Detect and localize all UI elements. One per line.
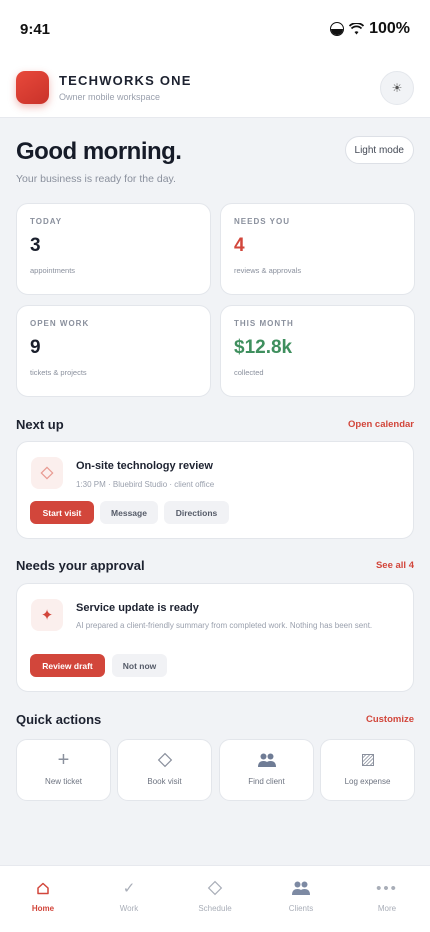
- theme-toggle-button[interactable]: ☀: [380, 70, 414, 105]
- stat-card-this-month[interactable]: THIS MONTH $12.8k collected: [220, 305, 415, 397]
- wifi-icon: [349, 23, 365, 35]
- directions-button[interactable]: Directions: [164, 501, 229, 524]
- diamond-icon: [172, 878, 258, 898]
- people-icon: [220, 751, 313, 769]
- more-icon: •••: [376, 879, 398, 897]
- check-icon: ✓: [122, 880, 136, 897]
- sun-icon: ☀: [391, 80, 403, 95]
- stat-note: appointments: [30, 266, 76, 275]
- customize-link[interactable]: Customize: [366, 714, 414, 725]
- tab-label: More: [377, 904, 397, 913]
- receipt-icon: [321, 751, 414, 769]
- stat-card-needs-you[interactable]: NEEDS YOU 4 reviews & approvals: [220, 203, 415, 295]
- tab-schedule[interactable]: Schedule: [172, 866, 258, 932]
- status-bar: 9:41 100%: [0, 0, 430, 58]
- approval-title: Service update is ready: [76, 602, 199, 614]
- approval-description: AI prepared a client-friendly summary fr…: [76, 621, 373, 630]
- greeting-title: Good morning.: [16, 138, 182, 165]
- stat-label: NEEDS YOU: [234, 217, 290, 226]
- status-time: 9:41: [20, 20, 51, 38]
- app-logo: [16, 71, 49, 104]
- stat-note: tickets & projects: [30, 368, 87, 377]
- not-now-button[interactable]: Not now: [112, 654, 167, 677]
- quick-action-find-client[interactable]: Find client: [219, 739, 314, 801]
- review-draft-button[interactable]: Review draft: [30, 654, 105, 677]
- sparkle-icon: ✦: [31, 599, 63, 631]
- tab-home[interactable]: Home: [0, 866, 86, 932]
- stat-note: collected: [234, 368, 264, 377]
- tab-more[interactable]: ••• More: [344, 866, 430, 932]
- open-calendar-link[interactable]: Open calendar: [348, 419, 414, 430]
- approval-card[interactable]: ✦ Service update is ready AI prepared a …: [16, 583, 414, 692]
- appointment-meta: 1:30 PM · Bluebird Studio · client offic…: [76, 480, 215, 489]
- diamond-icon: [118, 751, 211, 769]
- quick-action-label: New ticket: [45, 777, 82, 786]
- start-visit-button[interactable]: Start visit: [30, 501, 94, 524]
- quick-action-new-ticket[interactable]: + New ticket: [16, 739, 111, 801]
- stat-value: $12.8k: [234, 337, 293, 358]
- light-mode-button[interactable]: Light mode: [344, 136, 414, 164]
- battery-percent: 100%: [369, 20, 410, 37]
- stat-card-open-work[interactable]: OPEN WORK 9 tickets & projects: [16, 305, 211, 397]
- approval-heading: Needs your approval: [16, 558, 145, 573]
- tab-work[interactable]: ✓ Work: [86, 866, 172, 932]
- next-up-heading: Next up: [16, 417, 64, 432]
- quick-action-log-expense[interactable]: Log expense: [320, 739, 415, 801]
- greeting-subtitle: Your business is ready for the day.: [16, 173, 176, 185]
- quick-action-label: Book visit: [147, 777, 182, 786]
- app-header: TECHWORKS ONE Owner mobile workspace ☀: [0, 58, 430, 118]
- status-indicators: 100%: [330, 20, 410, 38]
- stat-label: TODAY: [30, 217, 63, 226]
- appointment-title: On-site technology review: [76, 460, 213, 472]
- stat-label: THIS MONTH: [234, 319, 294, 328]
- bottom-tab-bar: Home ✓ Work Schedule Clients ••• More: [0, 865, 430, 932]
- stat-label: OPEN WORK: [30, 319, 90, 328]
- stat-value: 4: [234, 235, 245, 256]
- stat-note: reviews & approvals: [234, 266, 302, 275]
- quick-action-label: Find client: [248, 777, 285, 786]
- tab-label: Clients: [288, 904, 314, 913]
- plus-icon: +: [57, 748, 70, 771]
- battery-saver-icon: [330, 22, 345, 36]
- see-all-link[interactable]: See all 4: [376, 560, 414, 571]
- tab-label: Work: [119, 904, 139, 913]
- message-button[interactable]: Message: [100, 501, 158, 524]
- home-icon: [0, 878, 86, 898]
- tab-label: Home: [31, 904, 55, 913]
- quick-actions-heading: Quick actions: [16, 712, 102, 727]
- stat-value: 3: [30, 235, 41, 256]
- people-icon: [258, 878, 344, 898]
- stat-value: 9: [30, 337, 41, 358]
- app-subtitle: Owner mobile workspace: [59, 92, 161, 102]
- quick-action-book-visit[interactable]: Book visit: [117, 739, 212, 801]
- next-up-card[interactable]: On-site technology review 1:30 PM · Blue…: [16, 441, 414, 539]
- quick-action-label: Log expense: [344, 777, 391, 786]
- diamond-icon: [31, 457, 63, 489]
- tab-label: Schedule: [198, 904, 232, 913]
- tab-clients[interactable]: Clients: [258, 866, 344, 932]
- stat-card-today[interactable]: TODAY 3 appointments: [16, 203, 211, 295]
- app-name: TECHWORKS ONE: [59, 73, 192, 88]
